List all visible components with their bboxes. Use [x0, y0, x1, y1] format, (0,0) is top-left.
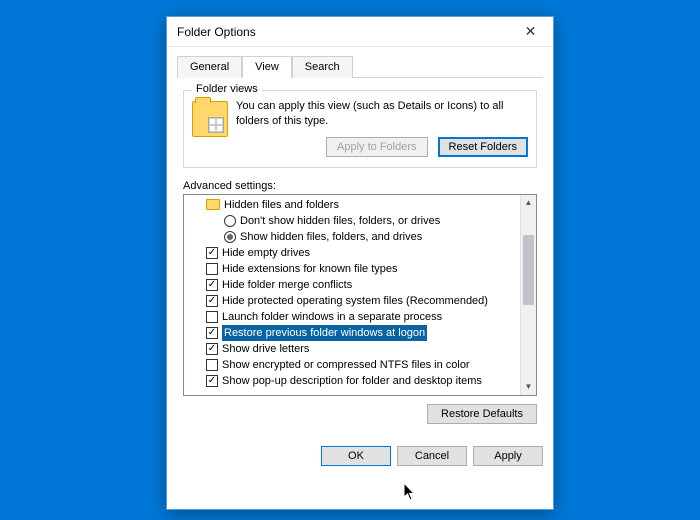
- radio-label[interactable]: Show hidden files, folders, and drives: [240, 229, 422, 245]
- list-item-label[interactable]: Restore previous folder windows at logon: [222, 325, 427, 341]
- view-panel: Folder views You can apply this view (su…: [177, 78, 543, 430]
- tab-strip: General View Search: [177, 55, 543, 78]
- titlebar[interactable]: Folder Options ✕: [167, 17, 553, 47]
- checkbox[interactable]: ✓: [206, 327, 218, 339]
- scroll-up-button[interactable]: ▲: [521, 195, 536, 211]
- scroll-down-button[interactable]: ▼: [521, 379, 536, 395]
- advanced-settings-list[interactable]: Hidden files and foldersDon't show hidde…: [183, 194, 537, 396]
- list-item-label[interactable]: Show pop-up description for folder and d…: [222, 373, 482, 389]
- advanced-settings-label: Advanced settings:: [183, 180, 537, 192]
- tab-search[interactable]: Search: [292, 56, 353, 78]
- list-item-label[interactable]: Hide empty drives: [222, 245, 310, 261]
- checkbox[interactable]: ✓: [206, 375, 218, 387]
- checkbox[interactable]: ✓: [206, 295, 218, 307]
- tab-view[interactable]: View: [242, 56, 292, 78]
- radio-show[interactable]: [224, 231, 236, 243]
- dialog-body: General View Search Folder views You can…: [167, 47, 553, 438]
- list-item-label[interactable]: Show drive letters: [222, 341, 309, 357]
- list-item-label[interactable]: Hide folder merge conflicts: [222, 277, 352, 293]
- scrollbar[interactable]: ▲ ▼: [520, 195, 536, 395]
- dialog-title: Folder Options: [177, 25, 256, 39]
- list-item-label[interactable]: Hide extensions for known file types: [222, 261, 397, 277]
- apply-button[interactable]: Apply: [473, 446, 543, 466]
- restore-defaults-button[interactable]: Restore Defaults: [427, 404, 537, 424]
- checkbox[interactable]: [206, 359, 218, 371]
- cursor-icon: [403, 483, 417, 501]
- checkbox[interactable]: [206, 263, 218, 275]
- close-icon: ✕: [525, 23, 537, 40]
- list-item-label[interactable]: Launch folder windows in a separate proc…: [222, 309, 442, 325]
- ok-button[interactable]: OK: [321, 446, 391, 466]
- folder-icon: [206, 199, 220, 210]
- tree-group-label[interactable]: Hidden files and folders: [224, 197, 339, 213]
- checkbox[interactable]: ✓: [206, 247, 218, 259]
- radio-label[interactable]: Don't show hidden files, folders, or dri…: [240, 213, 440, 229]
- scroll-thumb[interactable]: [523, 235, 534, 305]
- checkbox[interactable]: ✓: [206, 279, 218, 291]
- folder-views-icon: [192, 101, 228, 137]
- folder-options-dialog: Folder Options ✕ General View Search Fol…: [166, 16, 554, 510]
- checkbox[interactable]: ✓: [206, 343, 218, 355]
- list-item-label[interactable]: Hide protected operating system files (R…: [222, 293, 488, 309]
- folder-views-group: Folder views You can apply this view (su…: [183, 90, 537, 168]
- tab-general[interactable]: General: [177, 56, 242, 78]
- list-item-label[interactable]: Show encrypted or compressed NTFS files …: [222, 357, 470, 373]
- dialog-buttons: OK Cancel Apply: [167, 438, 553, 476]
- checkbox[interactable]: [206, 311, 218, 323]
- apply-to-folders-button[interactable]: Apply to Folders: [326, 137, 427, 157]
- cancel-button[interactable]: Cancel: [397, 446, 467, 466]
- reset-folders-button[interactable]: Reset Folders: [438, 137, 528, 157]
- folder-views-description: You can apply this view (such as Details…: [236, 99, 528, 129]
- close-button[interactable]: ✕: [508, 17, 553, 47]
- folder-views-label: Folder views: [192, 83, 262, 95]
- radio-dont-show[interactable]: [224, 215, 236, 227]
